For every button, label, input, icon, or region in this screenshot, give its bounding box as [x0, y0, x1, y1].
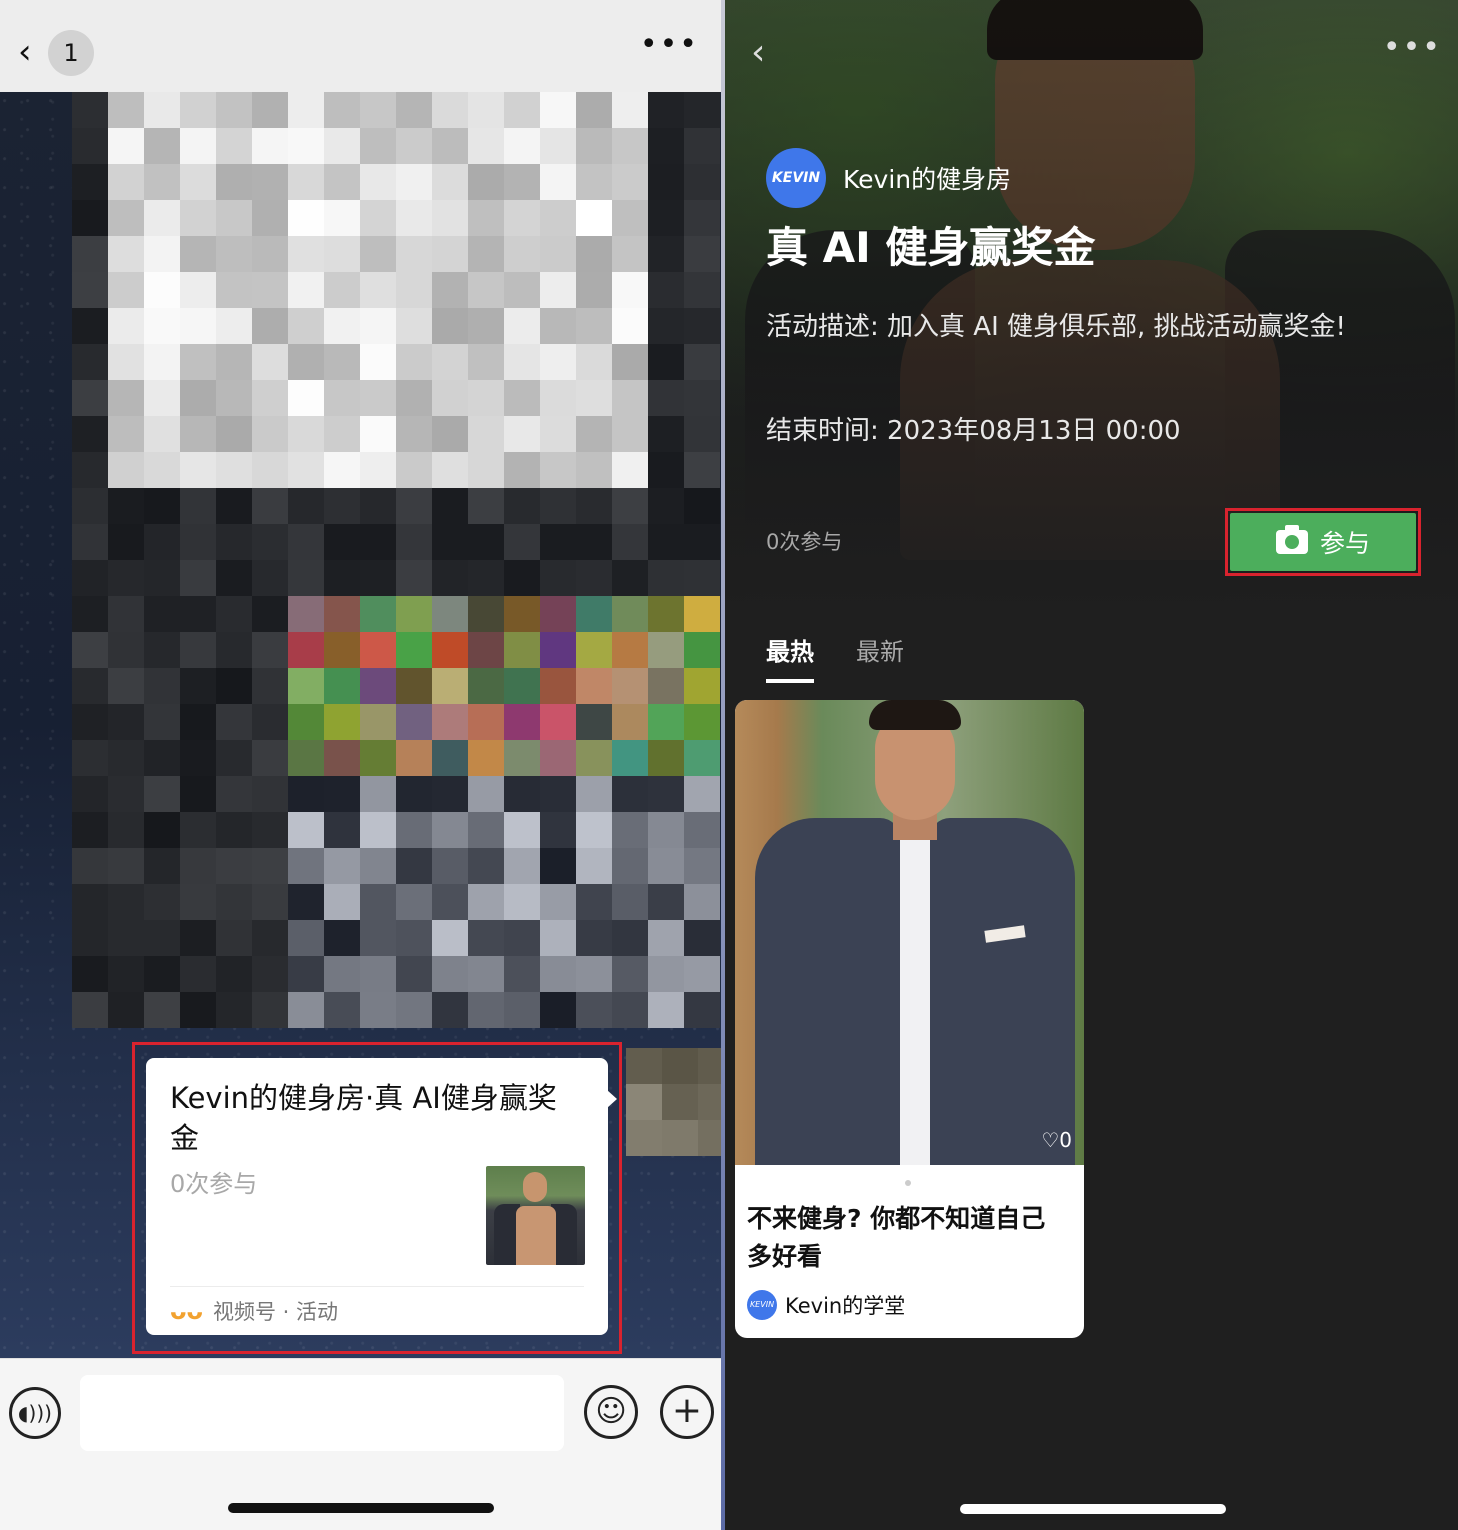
feed-author[interactable]: KEVIN Kevin的学堂	[747, 1290, 905, 1320]
back-icon[interactable]: ‹	[18, 32, 44, 72]
like-count[interactable]: ♡0	[1041, 1128, 1072, 1152]
card-source: ᴗᴗ 视频号 · 活动	[170, 1296, 338, 1326]
camera-icon	[1275, 525, 1308, 554]
feed-card[interactable]: ♡0 不来健身? 你都不知道自己多好看 KEVIN Kevin的学堂	[735, 700, 1084, 1338]
shared-activity-card[interactable]: Kevin的健身房·真 AI健身赢奖金 0次参与 ᴗᴗ 视频号 · 活动	[146, 1058, 617, 1335]
card-divider	[170, 1286, 584, 1287]
participant-count: 0次参与	[766, 530, 843, 554]
activity-description: 活动描述: 加入真 AI 健身俱乐部, 挑战活动赢奖金!	[766, 312, 1346, 342]
author-name[interactable]: Kevin的健身房	[843, 160, 1011, 196]
activity-title: 真 AI 健身赢奖金	[766, 223, 1096, 272]
author-row[interactable]: KEVIN Kevin的健身房	[766, 148, 1011, 208]
join-button-label: 参与	[1319, 529, 1370, 558]
home-indicator[interactable]	[960, 1504, 1226, 1514]
feed-title: 不来健身? 你都不知道自己多好看	[747, 1204, 1046, 1271]
voice-icon[interactable]: ◖)))	[9, 1387, 61, 1439]
more-options-icon[interactable]: •••	[640, 30, 699, 60]
card-participant-count: 0次参与	[170, 1170, 258, 1198]
heart-icon: ♡	[1041, 1128, 1060, 1152]
feed-author-avatar: KEVIN	[747, 1290, 777, 1320]
message-input[interactable]	[80, 1375, 564, 1451]
card-source-label: 视频号 · 活动	[212, 1300, 339, 1324]
more-options-icon[interactable]: •••	[1383, 30, 1442, 65]
channels-icon: ᴗᴗ	[170, 1297, 203, 1325]
feed-author-name: Kevin的学堂	[785, 1294, 906, 1318]
activity-end-time: 结束时间: 2023年08月13日 00:00	[766, 416, 1181, 446]
like-count-value: 0	[1059, 1128, 1072, 1152]
feed-image[interactable]: ♡0	[735, 700, 1084, 1165]
card-thumbnail	[486, 1166, 585, 1265]
author-avatar[interactable]: KEVIN	[766, 148, 826, 208]
card-title: Kevin的健身房·真 AI健身赢奖金	[170, 1081, 557, 1155]
chat-screen: ‹ 1 ••• Kevin的健身房·真 AI健身赢奖金 0次参与 ᴗᴗ 视频号 …	[0, 0, 723, 1530]
tab-hottest[interactable]: 最热	[766, 632, 814, 683]
feed-tabs: 最热 最新	[766, 632, 946, 683]
message-input-bar: ◖))) ☺ +	[0, 1358, 723, 1530]
unread-count-badge[interactable]: 1	[48, 30, 94, 76]
tab-latest[interactable]: 最新	[856, 632, 904, 683]
activity-screen: ‹ ••• KEVIN Kevin的健身房 真 AI 健身赢奖金 活动描述: 加…	[725, 0, 1458, 1530]
back-icon[interactable]: ‹	[751, 32, 765, 73]
carousel-dot	[905, 1180, 911, 1186]
home-indicator[interactable]	[228, 1503, 494, 1513]
chat-header: ‹ 1 •••	[0, 0, 723, 92]
emoji-icon[interactable]: ☺	[584, 1385, 638, 1439]
plus-icon[interactable]: +	[660, 1385, 714, 1439]
join-button[interactable]: 参与	[1230, 513, 1416, 571]
